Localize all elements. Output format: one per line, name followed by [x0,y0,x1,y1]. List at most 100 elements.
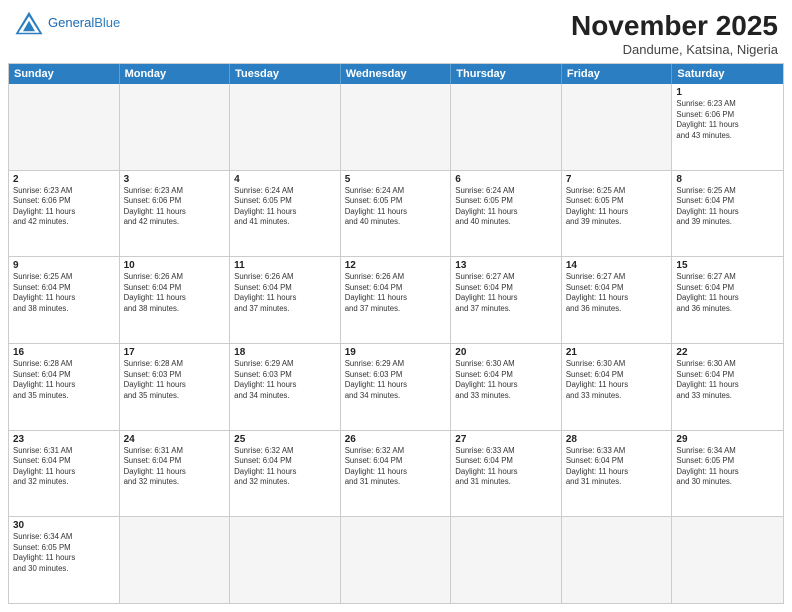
day-number: 11 [234,260,336,271]
logo-general: General [48,15,94,30]
cell-text: Sunrise: 6:32 AM Sunset: 6:04 PM Dayligh… [345,446,447,488]
calendar-cell-w0-d3 [341,84,452,170]
calendar-cell-w0-d5 [562,84,673,170]
header-tuesday: Tuesday [230,64,341,84]
day-number: 9 [13,260,115,271]
cell-text: Sunrise: 6:29 AM Sunset: 6:03 PM Dayligh… [345,359,447,401]
header-monday: Monday [120,64,231,84]
day-number: 8 [676,174,779,185]
calendar-cell-w0-d1 [120,84,231,170]
day-number: 30 [13,520,115,531]
cell-text: Sunrise: 6:30 AM Sunset: 6:04 PM Dayligh… [676,359,779,401]
cell-text: Sunrise: 6:27 AM Sunset: 6:04 PM Dayligh… [455,272,557,314]
logo-icon [14,10,44,36]
cell-text: Sunrise: 6:24 AM Sunset: 6:05 PM Dayligh… [455,186,557,228]
calendar-row-3: 16Sunrise: 6:28 AM Sunset: 6:04 PM Dayli… [9,343,783,430]
calendar-cell-w4-d6: 29Sunrise: 6:34 AM Sunset: 6:05 PM Dayli… [672,431,783,517]
calendar-cell-w3-d1: 17Sunrise: 6:28 AM Sunset: 6:03 PM Dayli… [120,344,231,430]
calendar-cell-w5-d5 [562,517,673,603]
logo: GeneralBlue [14,10,120,36]
cell-text: Sunrise: 6:26 AM Sunset: 6:04 PM Dayligh… [124,272,226,314]
day-number: 5 [345,174,447,185]
day-number: 28 [566,434,668,445]
calendar-cell-w1-d2: 4Sunrise: 6:24 AM Sunset: 6:05 PM Daylig… [230,171,341,257]
calendar-cell-w1-d5: 7Sunrise: 6:25 AM Sunset: 6:05 PM Daylig… [562,171,673,257]
cell-text: Sunrise: 6:27 AM Sunset: 6:04 PM Dayligh… [676,272,779,314]
cell-text: Sunrise: 6:23 AM Sunset: 6:06 PM Dayligh… [124,186,226,228]
cell-text: Sunrise: 6:29 AM Sunset: 6:03 PM Dayligh… [234,359,336,401]
calendar-cell-w5-d0: 30Sunrise: 6:34 AM Sunset: 6:05 PM Dayli… [9,517,120,603]
calendar-cell-w2-d3: 12Sunrise: 6:26 AM Sunset: 6:04 PM Dayli… [341,257,452,343]
cell-text: Sunrise: 6:33 AM Sunset: 6:04 PM Dayligh… [566,446,668,488]
cell-text: Sunrise: 6:31 AM Sunset: 6:04 PM Dayligh… [13,446,115,488]
cell-text: Sunrise: 6:23 AM Sunset: 6:06 PM Dayligh… [676,99,779,141]
day-number: 17 [124,347,226,358]
day-number: 16 [13,347,115,358]
cell-text: Sunrise: 6:30 AM Sunset: 6:04 PM Dayligh… [566,359,668,401]
day-number: 29 [676,434,779,445]
calendar-cell-w0-d2 [230,84,341,170]
calendar-cell-w0-d4 [451,84,562,170]
cell-text: Sunrise: 6:32 AM Sunset: 6:04 PM Dayligh… [234,446,336,488]
calendar-cell-w1-d6: 8Sunrise: 6:25 AM Sunset: 6:04 PM Daylig… [672,171,783,257]
day-number: 15 [676,260,779,271]
calendar-cell-w3-d5: 21Sunrise: 6:30 AM Sunset: 6:04 PM Dayli… [562,344,673,430]
day-number: 21 [566,347,668,358]
cell-text: Sunrise: 6:24 AM Sunset: 6:05 PM Dayligh… [345,186,447,228]
cell-text: Sunrise: 6:25 AM Sunset: 6:05 PM Dayligh… [566,186,668,228]
cell-text: Sunrise: 6:28 AM Sunset: 6:03 PM Dayligh… [124,359,226,401]
day-number: 24 [124,434,226,445]
day-number: 19 [345,347,447,358]
day-number: 23 [13,434,115,445]
cell-text: Sunrise: 6:25 AM Sunset: 6:04 PM Dayligh… [13,272,115,314]
calendar-cell-w5-d6 [672,517,783,603]
calendar-cell-w2-d1: 10Sunrise: 6:26 AM Sunset: 6:04 PM Dayli… [120,257,231,343]
day-number: 7 [566,174,668,185]
calendar-cell-w4-d0: 23Sunrise: 6:31 AM Sunset: 6:04 PM Dayli… [9,431,120,517]
calendar-cell-w3-d4: 20Sunrise: 6:30 AM Sunset: 6:04 PM Dayli… [451,344,562,430]
day-number: 14 [566,260,668,271]
calendar-row-1: 2Sunrise: 6:23 AM Sunset: 6:06 PM Daylig… [9,170,783,257]
calendar-cell-w5-d4 [451,517,562,603]
calendar-cell-w1-d1: 3Sunrise: 6:23 AM Sunset: 6:06 PM Daylig… [120,171,231,257]
calendar-header: Sunday Monday Tuesday Wednesday Thursday… [9,64,783,84]
calendar-cell-w0-d0 [9,84,120,170]
cell-text: Sunrise: 6:26 AM Sunset: 6:04 PM Dayligh… [345,272,447,314]
cell-text: Sunrise: 6:34 AM Sunset: 6:05 PM Dayligh… [676,446,779,488]
calendar-cell-w3-d3: 19Sunrise: 6:29 AM Sunset: 6:03 PM Dayli… [341,344,452,430]
header-sunday: Sunday [9,64,120,84]
calendar-cell-w5-d1 [120,517,231,603]
calendar-cell-w2-d0: 9Sunrise: 6:25 AM Sunset: 6:04 PM Daylig… [9,257,120,343]
day-number: 4 [234,174,336,185]
day-number: 2 [13,174,115,185]
calendar-cell-w1-d3: 5Sunrise: 6:24 AM Sunset: 6:05 PM Daylig… [341,171,452,257]
calendar-cell-w4-d5: 28Sunrise: 6:33 AM Sunset: 6:04 PM Dayli… [562,431,673,517]
day-number: 1 [676,87,779,98]
calendar-cell-w1-d4: 6Sunrise: 6:24 AM Sunset: 6:05 PM Daylig… [451,171,562,257]
calendar-cell-w4-d3: 26Sunrise: 6:32 AM Sunset: 6:04 PM Dayli… [341,431,452,517]
calendar-cell-w0-d6: 1Sunrise: 6:23 AM Sunset: 6:06 PM Daylig… [672,84,783,170]
calendar-row-5: 30Sunrise: 6:34 AM Sunset: 6:05 PM Dayli… [9,516,783,603]
calendar-body: 1Sunrise: 6:23 AM Sunset: 6:06 PM Daylig… [9,84,783,603]
cell-text: Sunrise: 6:26 AM Sunset: 6:04 PM Dayligh… [234,272,336,314]
calendar-cell-w4-d4: 27Sunrise: 6:33 AM Sunset: 6:04 PM Dayli… [451,431,562,517]
calendar-cell-w3-d6: 22Sunrise: 6:30 AM Sunset: 6:04 PM Dayli… [672,344,783,430]
calendar: Sunday Monday Tuesday Wednesday Thursday… [8,63,784,604]
month-title: November 2025 [571,10,778,42]
page: GeneralBlue November 2025 Dandume, Katsi… [0,0,792,612]
header-saturday: Saturday [672,64,783,84]
calendar-row-4: 23Sunrise: 6:31 AM Sunset: 6:04 PM Dayli… [9,430,783,517]
day-number: 27 [455,434,557,445]
header-wednesday: Wednesday [341,64,452,84]
cell-text: Sunrise: 6:23 AM Sunset: 6:06 PM Dayligh… [13,186,115,228]
cell-text: Sunrise: 6:30 AM Sunset: 6:04 PM Dayligh… [455,359,557,401]
cell-text: Sunrise: 6:28 AM Sunset: 6:04 PM Dayligh… [13,359,115,401]
cell-text: Sunrise: 6:27 AM Sunset: 6:04 PM Dayligh… [566,272,668,314]
day-number: 10 [124,260,226,271]
calendar-cell-w2-d5: 14Sunrise: 6:27 AM Sunset: 6:04 PM Dayli… [562,257,673,343]
day-number: 6 [455,174,557,185]
calendar-row-0: 1Sunrise: 6:23 AM Sunset: 6:06 PM Daylig… [9,84,783,170]
day-number: 22 [676,347,779,358]
calendar-row-2: 9Sunrise: 6:25 AM Sunset: 6:04 PM Daylig… [9,256,783,343]
day-number: 13 [455,260,557,271]
